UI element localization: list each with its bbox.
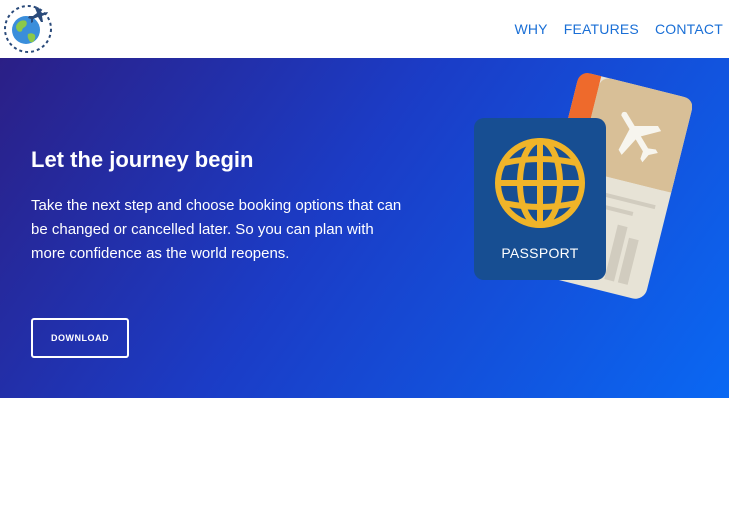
logo-globe-plane-icon[interactable] <box>2 2 54 54</box>
main-nav: WHY FEATURES CONTACT <box>514 20 723 38</box>
hero-title: Let the journey begin <box>31 147 254 172</box>
nav-link-why[interactable]: WHY <box>514 20 547 38</box>
passport-ticket-icon: PASSPORT <box>462 72 693 302</box>
passport-label: PASSPORT <box>501 245 578 261</box>
hero-section: Let the journey begin Take the next step… <box>0 58 729 398</box>
nav-link-contact[interactable]: CONTACT <box>655 20 723 38</box>
download-button[interactable]: DOWNLOAD <box>31 318 129 358</box>
hero-description: Take the next step and choose booking op… <box>31 197 402 262</box>
nav-link-features[interactable]: FEATURES <box>564 20 639 38</box>
site-header: WHY FEATURES CONTACT <box>0 0 729 58</box>
